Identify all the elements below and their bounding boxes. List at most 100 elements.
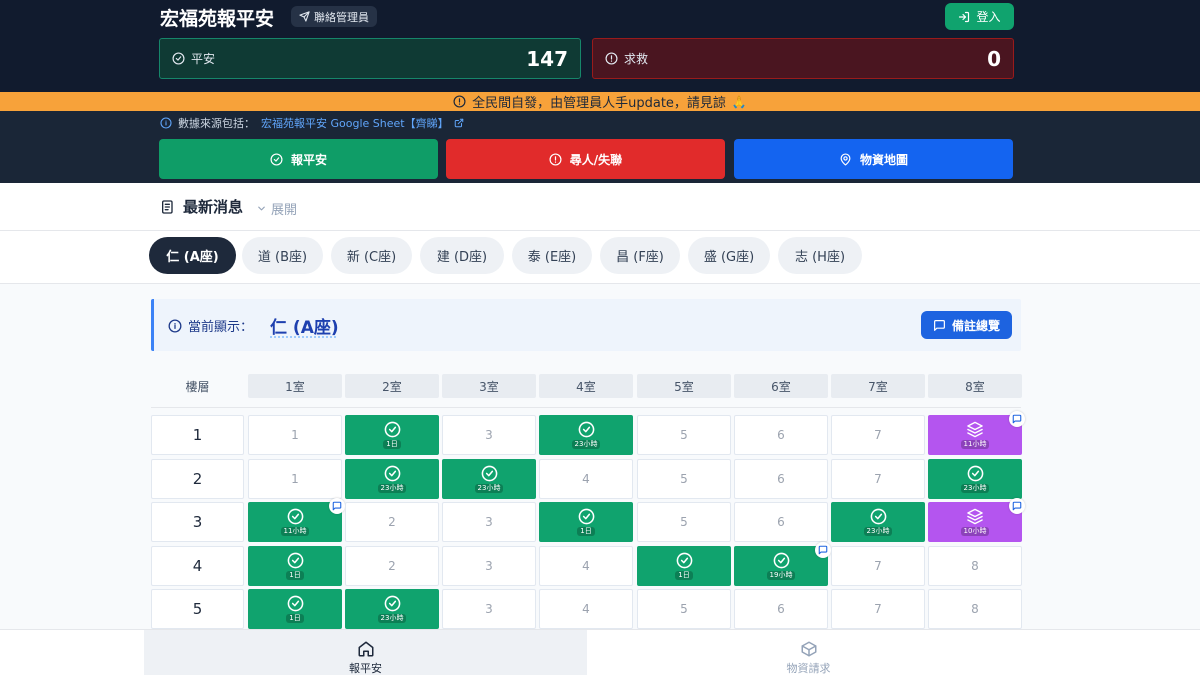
unit-time-badge: 23小時 (572, 440, 601, 449)
unit-time-badge: 23小時 (378, 484, 407, 493)
floor-column-header: 樓層 (151, 374, 244, 398)
unit-time-badge: 11小時 (281, 527, 310, 536)
unit-cell-empty[interactable]: 7 (831, 589, 925, 629)
unit-cell-safe[interactable]: 23小時 (345, 459, 439, 499)
unit-time-badge: 1日 (383, 440, 400, 449)
check-circle-icon (870, 508, 887, 525)
room-column-header: 8室 (928, 374, 1022, 398)
unit-cell-empty[interactable]: 2 (345, 546, 439, 586)
check-circle-icon (481, 465, 498, 482)
unit-cell-empty[interactable]: 7 (831, 546, 925, 586)
unit-cell-safe[interactable]: 23小時 (442, 459, 536, 499)
message-square-icon (933, 319, 946, 332)
unit-cell-empty[interactable]: 2 (345, 502, 439, 542)
tab-building-d[interactable]: 建 (D座) (420, 237, 504, 274)
unit-cell-empty[interactable]: 6 (734, 502, 828, 542)
message-square-icon (332, 501, 342, 511)
tab-building-b[interactable]: 道 (B座) (242, 237, 323, 274)
message-square-icon (1012, 414, 1022, 424)
unit-time-badge: 1日 (286, 614, 303, 623)
unit-cell-safe[interactable]: 23小時 (539, 415, 633, 455)
unit-cell-empty[interactable]: 4 (539, 546, 633, 586)
unit-cell-empty[interactable]: 5 (637, 502, 731, 542)
report-safe-button[interactable]: 報平安 (159, 139, 438, 179)
source-section: 數據來源包括： 宏福苑報平安 Google Sheet【齊睇】 報平安 尋人/失… (0, 111, 1200, 183)
bottom-nav-home[interactable]: 報平安 (144, 630, 587, 675)
notice-banner-text: 全民間自發，由管理員人手update，請見諒 (472, 92, 726, 111)
data-source-link-text: 宏福苑報平安 Google Sheet【齊睇】 (261, 115, 449, 131)
current-building-label-wrap: 當前顯示： (168, 316, 253, 335)
unit-cell-safe[interactable]: 1日 (539, 502, 633, 542)
check-circle-icon (287, 508, 304, 525)
unit-cell-safe[interactable]: 1日 (248, 589, 342, 629)
floor-label: 5 (151, 589, 244, 629)
unit-cell-empty[interactable]: 3 (442, 546, 536, 586)
unit-cell-empty[interactable]: 3 (442, 589, 536, 629)
unit-cell-multiple[interactable]: 10小時 (928, 502, 1022, 542)
unit-time-badge: 1日 (675, 571, 692, 580)
unit-cell-empty[interactable]: 7 (831, 459, 925, 499)
unit-cell-empty[interactable]: 6 (734, 415, 828, 455)
contact-admin-button[interactable]: 聯絡管理員 (291, 6, 377, 27)
unit-cell-empty[interactable]: 3 (442, 502, 536, 542)
check-circle-icon (287, 552, 304, 569)
unit-cell-empty[interactable]: 5 (637, 589, 731, 629)
login-button[interactable]: 登入 (945, 3, 1014, 30)
unit-cell-empty[interactable]: 1 (248, 459, 342, 499)
bottom-nav-supplies[interactable]: 物資請求 (587, 630, 1030, 675)
unit-cell-safe[interactable]: 11小時 (248, 502, 342, 542)
unit-cell-safe[interactable]: 1日 (248, 546, 342, 586)
tab-building-g[interactable]: 盛 (G座) (688, 237, 770, 274)
tab-building-h[interactable]: 志 (H座) (778, 237, 862, 274)
check-circle-icon (172, 52, 185, 65)
unit-cell-safe[interactable]: 23小時 (345, 589, 439, 629)
unit-cell-empty[interactable]: 5 (637, 415, 731, 455)
data-source-prefix: 數據來源包括： (178, 115, 255, 131)
info-icon (168, 319, 182, 333)
login-label: 登入 (976, 8, 1000, 25)
unit-cell-empty[interactable]: 5 (637, 459, 731, 499)
notes-overview-button[interactable]: 備註總覽 (921, 311, 1012, 339)
room-column-header: 7室 (831, 374, 925, 398)
unit-cell-empty[interactable]: 4 (539, 589, 633, 629)
unit-cell-empty[interactable]: 1 (248, 415, 342, 455)
check-circle-icon (270, 153, 283, 166)
tab-building-a[interactable]: 仁 (A座) (149, 237, 236, 274)
check-circle-icon (967, 465, 984, 482)
news-title-text: 最新消息 (183, 196, 243, 217)
check-circle-icon (384, 421, 401, 438)
news-expand-label: 展開 (271, 199, 297, 218)
current-building-label: 當前顯示： (188, 316, 253, 335)
tab-building-f[interactable]: 昌 (F座) (600, 237, 680, 274)
layers-icon (966, 508, 984, 525)
unit-cell-safe[interactable]: 1日 (637, 546, 731, 586)
unit-cell-empty[interactable]: 6 (734, 459, 828, 499)
missing-person-label: 尋人/失聯 (570, 151, 622, 168)
tab-building-c[interactable]: 新 (C座) (331, 237, 412, 274)
unit-cell-empty[interactable]: 3 (442, 415, 536, 455)
tab-building-e[interactable]: 泰 (E座) (512, 237, 592, 274)
unit-cell-safe[interactable]: 23小時 (928, 459, 1022, 499)
missing-person-button[interactable]: 尋人/失聯 (446, 139, 725, 179)
unit-cell-safe[interactable]: 19小時 (734, 546, 828, 586)
unit-cell-safe[interactable]: 1日 (345, 415, 439, 455)
check-circle-icon (578, 508, 595, 525)
unit-time-badge: 11小時 (961, 440, 990, 449)
news-expand-toggle[interactable]: 展開 (256, 199, 297, 218)
unit-cell-empty[interactable]: 7 (831, 415, 925, 455)
info-icon (160, 117, 172, 129)
unit-cell-empty[interactable]: 6 (734, 589, 828, 629)
check-circle-icon (287, 595, 304, 612)
message-square-icon (818, 545, 828, 555)
floor-label: 4 (151, 546, 244, 586)
data-source-link[interactable]: 宏福苑報平安 Google Sheet【齊睇】 (261, 115, 464, 131)
supplies-map-button[interactable]: 物資地圖 (734, 139, 1013, 179)
safe-count-label: 平安 (191, 50, 215, 67)
unit-cell-empty[interactable]: 8 (928, 589, 1022, 629)
alert-circle-icon (605, 52, 618, 65)
unit-cell-multiple[interactable]: 11小時 (928, 415, 1022, 455)
unit-cell-empty[interactable]: 8 (928, 546, 1022, 586)
data-source-line: 數據來源包括： 宏福苑報平安 Google Sheet【齊睇】 (160, 115, 464, 131)
unit-cell-safe[interactable]: 23小時 (831, 502, 925, 542)
unit-cell-empty[interactable]: 4 (539, 459, 633, 499)
